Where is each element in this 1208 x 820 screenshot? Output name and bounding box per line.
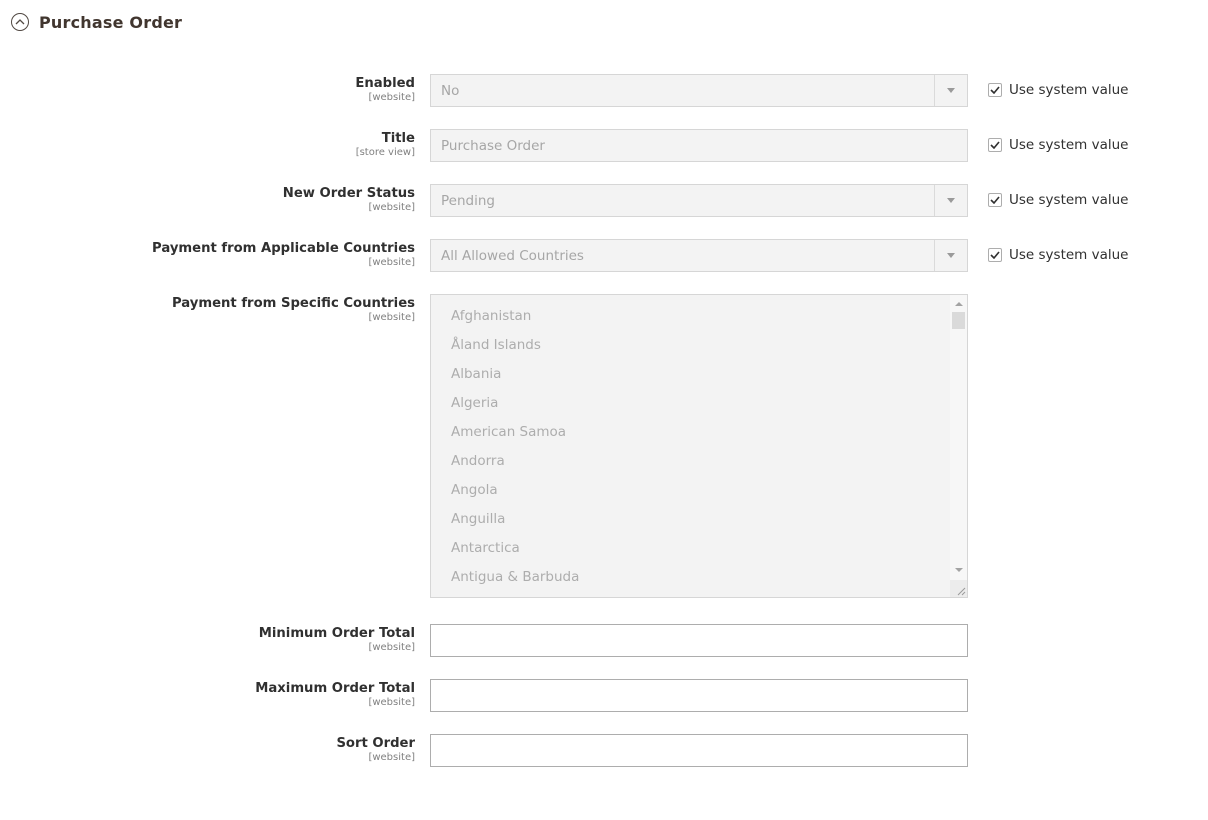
country-option[interactable]: Afghanistan: [451, 304, 579, 333]
country-option[interactable]: Antigua & Barbuda: [451, 565, 579, 594]
field-scope: [website]: [368, 92, 415, 103]
checkmark-icon: [990, 141, 1000, 149]
resize-handle-icon[interactable]: [950, 580, 967, 597]
field-scope: [website]: [368, 202, 415, 213]
field-label: New Order Status: [282, 186, 415, 201]
dropdown-arrow[interactable]: [934, 75, 967, 106]
country-options-list: Afghanistan Åland Islands Albania Algeri…: [451, 304, 579, 594]
chevron-down-icon: [947, 88, 955, 93]
use-system-value-label: Use system value: [1009, 82, 1129, 98]
checkbox-checked[interactable]: [988, 193, 1002, 207]
country-option[interactable]: Anguilla: [451, 507, 579, 536]
field-scope: [store view]: [355, 147, 415, 158]
scrollbar[interactable]: [950, 295, 967, 597]
checkmark-icon: [990, 251, 1000, 259]
scroll-up-arrow-icon[interactable]: [955, 302, 963, 306]
section-header-purchase-order[interactable]: Purchase Order: [11, 11, 182, 33]
section-title: Purchase Order: [39, 12, 183, 32]
field-label: Sort Order: [336, 736, 415, 751]
field-label: Maximum Order Total: [255, 681, 415, 696]
country-option[interactable]: Algeria: [451, 391, 579, 420]
use-system-value-new-order-status[interactable]: Use system value: [988, 192, 1128, 208]
min-order-total-input[interactable]: [430, 624, 968, 657]
checkmark-icon: [990, 86, 1000, 94]
country-option[interactable]: Angola: [451, 478, 579, 507]
select-value: All Allowed Countries: [441, 247, 584, 264]
field-label: Payment from Specific Countries: [171, 296, 415, 311]
enabled-select[interactable]: No: [430, 74, 968, 107]
field-scope: [website]: [368, 642, 415, 653]
field-scope: [website]: [368, 257, 415, 268]
collapse-up-circle-icon[interactable]: [11, 13, 29, 31]
new-order-status-select[interactable]: Pending: [430, 184, 968, 217]
field-scope: [website]: [368, 697, 415, 708]
use-system-value-title[interactable]: Use system value: [988, 137, 1128, 153]
country-option[interactable]: Åland Islands: [451, 333, 579, 362]
scrollbar-thumb[interactable]: [952, 312, 965, 329]
sort-order-input[interactable]: [430, 734, 968, 767]
country-option[interactable]: American Samoa: [451, 420, 579, 449]
country-option[interactable]: Albania: [451, 362, 579, 391]
chevron-down-icon: [947, 253, 955, 258]
chevron-down-icon: [947, 198, 955, 203]
field-scope: [website]: [368, 312, 415, 323]
field-label: Minimum Order Total: [258, 626, 415, 641]
title-input[interactable]: Purchase Order: [430, 129, 968, 162]
country-option[interactable]: Antarctica: [451, 536, 579, 565]
checkmark-icon: [990, 196, 1000, 204]
scroll-down-arrow-icon[interactable]: [955, 568, 963, 572]
dropdown-arrow[interactable]: [934, 185, 967, 216]
checkbox-checked[interactable]: [988, 248, 1002, 262]
use-system-value-label: Use system value: [1009, 192, 1129, 208]
use-system-value-label: Use system value: [1009, 137, 1129, 153]
select-value: Pending: [441, 192, 495, 209]
use-system-value-applicable-countries[interactable]: Use system value: [988, 247, 1128, 263]
checkbox-checked[interactable]: [988, 83, 1002, 97]
field-label: Payment from Applicable Countries: [152, 241, 415, 256]
field-label: Title: [381, 131, 415, 146]
field-scope: [website]: [368, 752, 415, 763]
input-value: Purchase Order: [441, 137, 545, 154]
dropdown-arrow[interactable]: [934, 240, 967, 271]
applicable-countries-select[interactable]: All Allowed Countries: [430, 239, 968, 272]
select-value: No: [441, 82, 460, 99]
max-order-total-input[interactable]: [430, 679, 968, 712]
field-label: Enabled: [355, 76, 415, 91]
use-system-value-enabled[interactable]: Use system value: [988, 82, 1128, 98]
specific-countries-multiselect[interactable]: Afghanistan Åland Islands Albania Algeri…: [430, 294, 968, 598]
country-option[interactable]: Andorra: [451, 449, 579, 478]
use-system-value-label: Use system value: [1009, 247, 1129, 263]
checkbox-checked[interactable]: [988, 138, 1002, 152]
